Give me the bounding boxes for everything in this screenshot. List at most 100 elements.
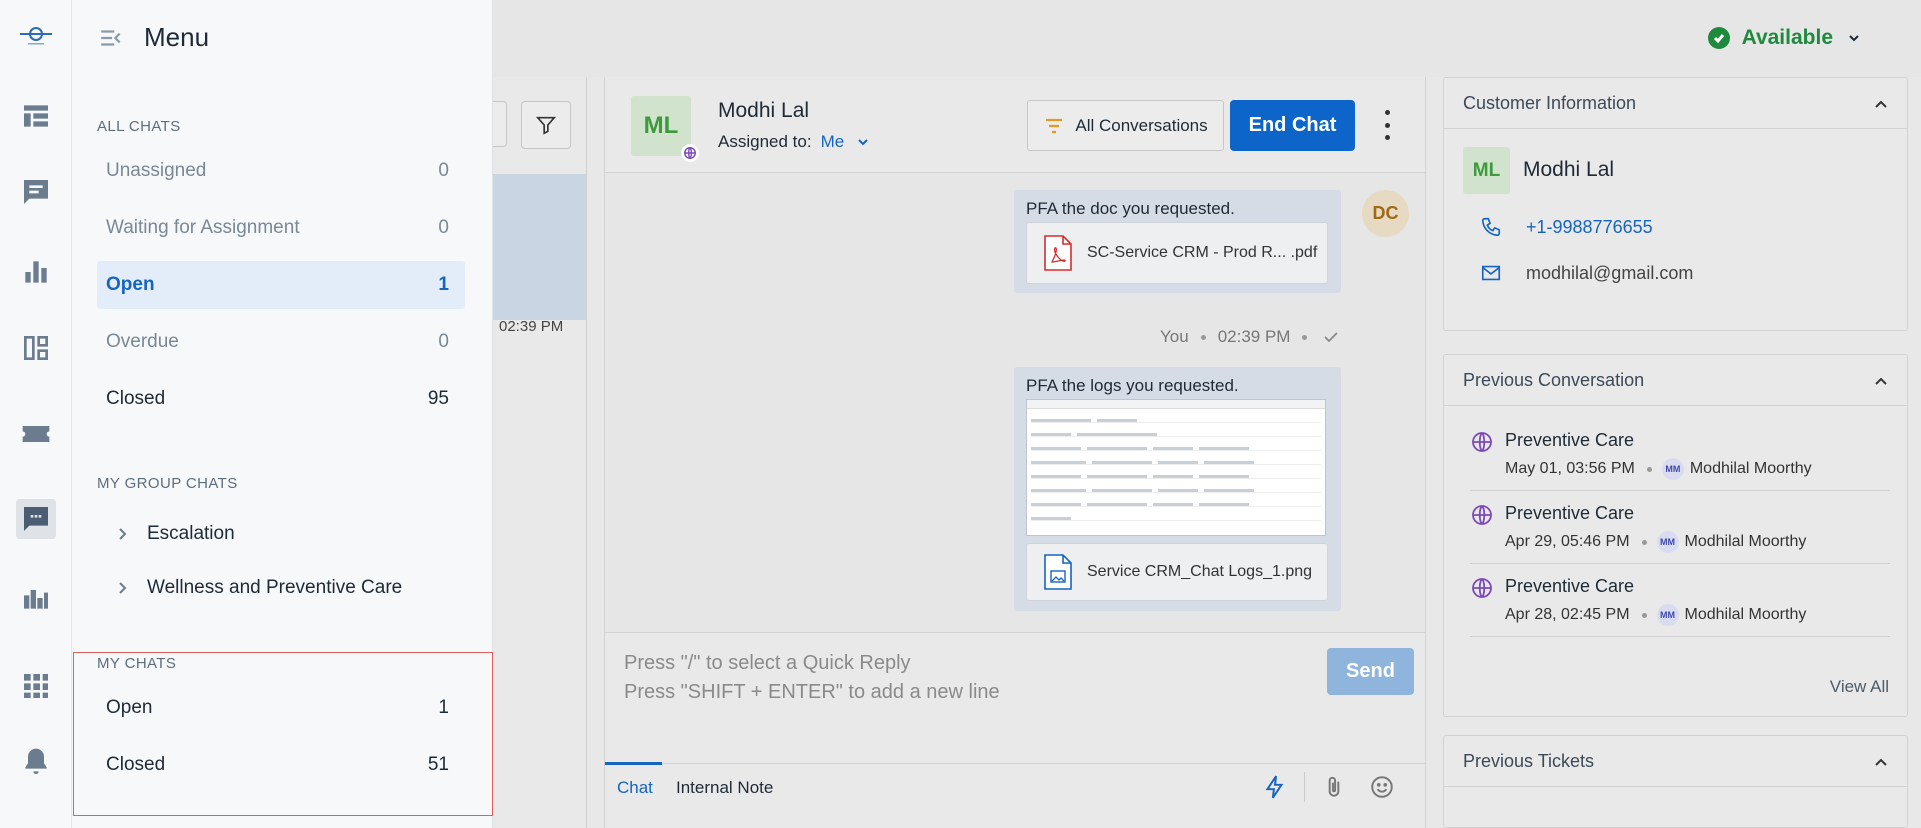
menu-item-overdue[interactable]: Overdue 0 bbox=[97, 318, 465, 366]
group-item-wellness[interactable]: Wellness and Preventive Care bbox=[114, 577, 402, 599]
group-item-escalation[interactable]: Escalation bbox=[114, 523, 235, 545]
messages-icon[interactable] bbox=[16, 172, 56, 212]
menu-item-open[interactable]: Open 1 bbox=[97, 261, 465, 309]
phone-number: +1-9988776655 bbox=[1526, 216, 1653, 237]
panel-title: Previous Conversation bbox=[1463, 370, 1645, 390]
contact-avatar: ML bbox=[631, 96, 699, 162]
agent-name: Modhilal Moorthy bbox=[1689, 460, 1812, 477]
menu-item-label: Closed bbox=[106, 754, 166, 775]
email-icon bbox=[1481, 265, 1501, 281]
analytics-icon[interactable] bbox=[16, 578, 56, 618]
panel-header[interactable]: Previous Tickets bbox=[1444, 736, 1907, 787]
chat-list-column: 02:39 PM bbox=[493, 77, 587, 828]
agent-avatar: DC bbox=[1362, 190, 1409, 237]
customer-email[interactable]: modhilal@gmail.com bbox=[1480, 262, 1693, 284]
menu-item-label: Closed bbox=[106, 388, 166, 409]
menu-item-count: 1 bbox=[438, 274, 449, 295]
web-channel-icon bbox=[1472, 432, 1492, 452]
selected-chat-item[interactable] bbox=[493, 174, 586, 320]
panel-header[interactable]: Previous Conversation bbox=[1444, 355, 1907, 406]
web-channel-icon bbox=[1472, 505, 1492, 525]
message-composer[interactable]: Press "/" to select a Quick Reply Press … bbox=[605, 632, 1425, 828]
phone-icon bbox=[1481, 217, 1501, 237]
menu-item-unassigned[interactable]: Unassigned 0 bbox=[97, 147, 465, 195]
menu-item-count: 0 bbox=[438, 217, 449, 238]
conversation-meta: May 01, 03:56 PM MM Modhilal Moorthy bbox=[1505, 458, 1812, 480]
active-tab-indicator bbox=[605, 762, 662, 765]
all-conversations-button[interactable]: All Conversations bbox=[1027, 100, 1224, 151]
file-attachment[interactable]: Service CRM_Chat Logs_1.png bbox=[1026, 543, 1328, 601]
menu-item-label: Unassigned bbox=[106, 160, 207, 181]
composer-placeholder-line2: Press "SHIFT + ENTER" to add a new line bbox=[624, 681, 1000, 703]
previous-conversation-item[interactable]: Preventive Care May 01, 03:56 PM MM Modh… bbox=[1470, 418, 1890, 491]
filter-button[interactable] bbox=[521, 101, 571, 149]
conversation-title: Preventive Care bbox=[1505, 430, 1635, 450]
paperclip-icon[interactable] bbox=[1321, 774, 1347, 800]
tab-internal-note[interactable]: Internal Note bbox=[676, 778, 773, 798]
agent-avatar: MM bbox=[1656, 531, 1679, 553]
filter-icon bbox=[535, 116, 557, 135]
my-chats-closed[interactable]: Closed 51 bbox=[97, 741, 465, 789]
end-chat-button[interactable]: End Chat bbox=[1230, 100, 1355, 151]
agent-name: Modhilal Moorthy bbox=[1684, 606, 1807, 623]
agent-name: Modhilal Moorthy bbox=[1684, 533, 1807, 550]
lightning-icon[interactable] bbox=[1262, 774, 1288, 800]
top-bar: Available bbox=[493, 0, 1921, 77]
customer-phone[interactable]: +1-9988776655 bbox=[1480, 216, 1653, 238]
chevron-right-icon bbox=[119, 582, 127, 594]
message-sender: You bbox=[1160, 327, 1189, 346]
conversation-date: May 01, 03:56 PM bbox=[1505, 460, 1635, 477]
avatar-initials: ML bbox=[643, 112, 679, 139]
agent-avatar: MM bbox=[1656, 604, 1679, 626]
menu-item-label: Overdue bbox=[106, 331, 179, 352]
file-attachment[interactable]: SC-Service CRM - Prod R... .pdf bbox=[1026, 222, 1328, 284]
menu-item-closed[interactable]: Closed 95 bbox=[97, 375, 465, 423]
menu-item-count: 95 bbox=[427, 388, 449, 409]
apps-grid-icon[interactable] bbox=[16, 666, 56, 706]
emoji-icon[interactable] bbox=[1369, 774, 1395, 800]
availability-status[interactable]: Available bbox=[1707, 26, 1861, 50]
send-button[interactable]: Send bbox=[1327, 648, 1414, 695]
menu-panel: Menu ALL CHATS Unassigned 0 Waiting for … bbox=[72, 0, 493, 828]
panel-header[interactable]: Customer Information bbox=[1444, 78, 1907, 129]
chat-icon[interactable] bbox=[16, 499, 56, 539]
menu-item-waiting-for-assignment[interactable]: Waiting for Assignment 0 bbox=[97, 204, 465, 252]
menu-item-count: 0 bbox=[438, 331, 449, 352]
panel-title: Previous Tickets bbox=[1463, 751, 1595, 771]
image-preview[interactable] bbox=[1026, 399, 1326, 536]
chat-search-input[interactable] bbox=[493, 101, 507, 147]
ticket-icon[interactable] bbox=[16, 414, 56, 454]
chevron-up-icon[interactable] bbox=[1873, 754, 1889, 770]
reports-icon[interactable] bbox=[16, 252, 56, 292]
more-options-icon[interactable] bbox=[1377, 110, 1397, 140]
status-label: Available bbox=[1741, 26, 1833, 49]
view-all-link[interactable]: View All bbox=[1830, 677, 1889, 697]
conversation-date: Apr 28, 02:45 PM bbox=[1505, 606, 1630, 623]
assignee-dropdown[interactable]: Me bbox=[821, 132, 845, 152]
customer-name: Modhi Lal bbox=[1523, 158, 1615, 181]
tab-chat[interactable]: Chat bbox=[617, 778, 653, 798]
dashboard-icon[interactable] bbox=[16, 96, 56, 136]
my-chats-open[interactable]: Open 1 bbox=[97, 684, 465, 732]
contact-name: Modhi Lal bbox=[718, 99, 810, 122]
chevron-down-icon[interactable] bbox=[856, 135, 870, 149]
web-channel-icon bbox=[681, 144, 699, 162]
menu-item-count: 51 bbox=[427, 754, 449, 775]
menu-item-count: 1 bbox=[438, 697, 449, 718]
notifications-bell-icon[interactable] bbox=[16, 742, 56, 782]
composer-tools bbox=[1262, 772, 1395, 802]
previous-conversation-item[interactable]: Preventive Care Apr 29, 05:46 PM MM Modh… bbox=[1470, 491, 1890, 564]
layout-icon[interactable] bbox=[16, 328, 56, 368]
check-icon bbox=[1324, 332, 1339, 343]
chevron-right-icon bbox=[119, 528, 127, 540]
menu-item-label: Waiting for Assignment bbox=[106, 217, 300, 238]
file-name: SC-Service CRM - Prod R... .pdf bbox=[1087, 244, 1318, 261]
collapse-menu-icon[interactable] bbox=[98, 25, 124, 51]
section-all-chats: ALL CHATS bbox=[97, 118, 181, 135]
previous-conversation-item[interactable]: Preventive Care Apr 28, 02:45 PM MM Modh… bbox=[1470, 564, 1890, 637]
my-chats-highlight bbox=[73, 652, 493, 816]
chevron-up-icon[interactable] bbox=[1873, 96, 1889, 112]
conversation-date: Apr 29, 05:46 PM bbox=[1505, 533, 1630, 550]
icon-rail bbox=[0, 0, 72, 828]
chevron-up-icon[interactable] bbox=[1873, 373, 1889, 389]
